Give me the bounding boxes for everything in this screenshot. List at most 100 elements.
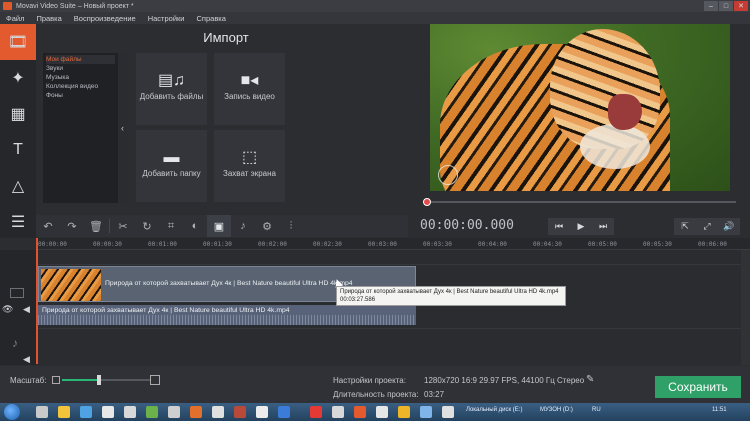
timeline-ruler[interactable]: 00:00:00 00:00:30 00:01:00 00:01:30 00:0… xyxy=(36,238,750,250)
category-backgrounds[interactable]: Фоны xyxy=(46,91,115,100)
taskbar-app-icon[interactable] xyxy=(256,406,268,418)
menu-playback[interactable]: Воспроизведение xyxy=(68,14,142,23)
taskbar-app-icon[interactable] xyxy=(332,406,344,418)
chevron-left-icon: ‹ xyxy=(121,123,124,133)
taskbar-movavi-icon[interactable] xyxy=(354,406,366,418)
track-volume-icon[interactable]: ◀ xyxy=(23,304,30,315)
shapes-icon[interactable]: △ xyxy=(0,168,36,204)
record-video-label: Запись видео xyxy=(224,92,275,101)
crop-icon[interactable]: ⌗ xyxy=(159,215,183,237)
taskbar-app-icon[interactable] xyxy=(168,406,180,418)
taskbar-app-icon[interactable] xyxy=(442,406,454,418)
gear-icon[interactable]: ⚙ xyxy=(255,215,279,237)
tray-language[interactable]: RU xyxy=(592,407,601,413)
taskbar-app-icon[interactable] xyxy=(190,406,202,418)
redo-icon[interactable]: ↷ xyxy=(60,215,84,237)
edit-toolbar: ↶ ↷ 🗑 ✂ ↻ ⌗ ◐ ▣ ♪ ⚙ ⫶ xyxy=(36,215,408,237)
taskbar-app-icon[interactable] xyxy=(398,406,410,418)
add-folder-button[interactable]: ▬ Добавить папку xyxy=(136,130,207,202)
minimize-button[interactable]: – xyxy=(704,1,718,11)
menu-list-icon[interactable]: ☰ xyxy=(0,204,36,240)
import-tool-icon[interactable]: 🎞 xyxy=(0,24,36,60)
clip-thumbnail xyxy=(41,269,101,301)
settings-value: 1280x720 16:9 29.97 FPS, 44100 Гц Стерео xyxy=(424,376,585,385)
preview-seekbar[interactable] xyxy=(420,198,742,206)
volume-icon[interactable]: 🔊 xyxy=(718,218,740,235)
screen-capture-button[interactable]: ⬚ Захват экрана xyxy=(214,130,285,202)
fullscreen-icon[interactable]: ⤢ xyxy=(696,218,718,235)
timeline-scrollbar[interactable] xyxy=(741,250,750,365)
tray-disk-label[interactable]: Локальный диск (E:) xyxy=(466,407,522,413)
menu-edit[interactable]: Правка xyxy=(30,14,67,23)
undo-icon[interactable]: ↶ xyxy=(36,215,60,237)
color-adjust-icon[interactable]: ◐ xyxy=(183,215,207,237)
add-folder-label: Добавить папку xyxy=(142,169,201,178)
video-preview[interactable] xyxy=(430,24,730,191)
zoom-slider-knob[interactable] xyxy=(97,375,101,385)
video-clip-label: Природа от которой захватывает Дух 4к | … xyxy=(105,280,353,287)
microphone-icon[interactable]: ♪ xyxy=(231,215,255,237)
category-my-files[interactable]: Мои файлы xyxy=(46,55,115,64)
add-files-button[interactable]: ▤♫ Добавить файлы xyxy=(136,53,207,125)
category-video-collection[interactable]: Коллекция видео xyxy=(46,82,115,91)
close-button[interactable]: ✕ xyxy=(734,1,748,11)
seek-knob[interactable] xyxy=(423,198,431,206)
export-icon[interactable]: ⇱ xyxy=(674,218,696,235)
playback-bar: 00:00:00.000 ⏮ ▶ ⏭ ⇱ ⤢ 🔊 xyxy=(412,215,750,237)
taskbar-app-icon[interactable] xyxy=(376,406,388,418)
audio-clip[interactable]: Природа от которой захватывает Дух 4к | … xyxy=(38,305,416,325)
start-button[interactable] xyxy=(4,404,20,420)
ruler-tick: 00:04:30 xyxy=(533,241,562,248)
delete-icon[interactable]: 🗑 xyxy=(84,215,108,237)
pencil-icon[interactable]: ✎ xyxy=(586,374,594,385)
menu-help[interactable]: Справка xyxy=(191,14,232,23)
maximize-button[interactable]: □ xyxy=(719,1,733,11)
zoom-out-icon[interactable] xyxy=(52,376,60,384)
save-button[interactable]: Сохранить xyxy=(655,376,741,398)
ruler-tick: 00:04:00 xyxy=(478,241,507,248)
taskbar: Локальный диск (E:) МУЗОН (D:) RU 11:51 xyxy=(0,403,750,421)
taskbar-app-icon[interactable] xyxy=(124,406,136,418)
tooltip-filename: Природа от которой захватывает Дух 4к | … xyxy=(340,289,559,295)
record-video-button[interactable]: ■◂ Запись видео xyxy=(214,53,285,125)
music-volume-icon[interactable]: ◀ xyxy=(23,354,30,365)
filmstrip-icon[interactable]: ▦ xyxy=(0,96,36,132)
cut-icon[interactable]: ✂ xyxy=(111,215,135,237)
tooltip-duration: 00:03:27.586 xyxy=(340,297,376,303)
titles-icon[interactable]: T xyxy=(0,132,36,168)
duration-label: Длительность проекта: xyxy=(333,390,419,399)
magic-wand-icon[interactable]: ✦ xyxy=(0,60,36,96)
category-music[interactable]: Музыка xyxy=(46,73,115,82)
taskbar-app-icon[interactable] xyxy=(102,406,114,418)
import-title: Импорт xyxy=(203,30,249,45)
tray-music-label[interactable]: МУЗОН (D:) xyxy=(540,407,573,413)
taskbar-app-icon[interactable] xyxy=(278,406,290,418)
play-button[interactable]: ▶ xyxy=(570,218,592,235)
ruler-tick: 00:01:30 xyxy=(203,241,232,248)
playhead[interactable] xyxy=(36,238,38,364)
window-title: Movavi Video Suite – Новый проект * xyxy=(16,2,134,10)
audio-clip-label: Природа от которой захватывает Дух 4к | … xyxy=(42,307,290,314)
collapse-panel-button[interactable]: ‹ xyxy=(118,53,127,203)
image-icon[interactable]: ▣ xyxy=(207,215,231,237)
track-divider xyxy=(36,328,750,329)
taskbar-app-icon[interactable] xyxy=(212,406,224,418)
taskbar-app-icon[interactable] xyxy=(234,406,246,418)
category-sounds[interactable]: Звуки xyxy=(46,64,115,73)
taskbar-app-icon[interactable] xyxy=(36,406,48,418)
next-frame-button[interactable]: ⏭ xyxy=(592,218,614,235)
taskbar-app-icon[interactable] xyxy=(58,406,70,418)
zoom-in-icon[interactable] xyxy=(150,375,160,385)
ruler-tick: 00:03:30 xyxy=(423,241,452,248)
taskbar-app-icon[interactable] xyxy=(80,406,92,418)
toolbar-divider xyxy=(109,219,110,233)
taskbar-app-icon[interactable] xyxy=(310,406,322,418)
taskbar-app-icon[interactable] xyxy=(420,406,432,418)
equalizer-icon[interactable]: ⫶ xyxy=(279,215,303,237)
rotate-icon[interactable]: ↻ xyxy=(135,215,159,237)
prev-frame-button[interactable]: ⏮ xyxy=(548,218,570,235)
menu-file[interactable]: Файл xyxy=(0,14,30,23)
taskbar-app-icon[interactable] xyxy=(146,406,158,418)
menu-settings[interactable]: Настройки xyxy=(142,14,191,23)
visibility-eye-icon[interactable]: 👁 xyxy=(2,304,13,315)
